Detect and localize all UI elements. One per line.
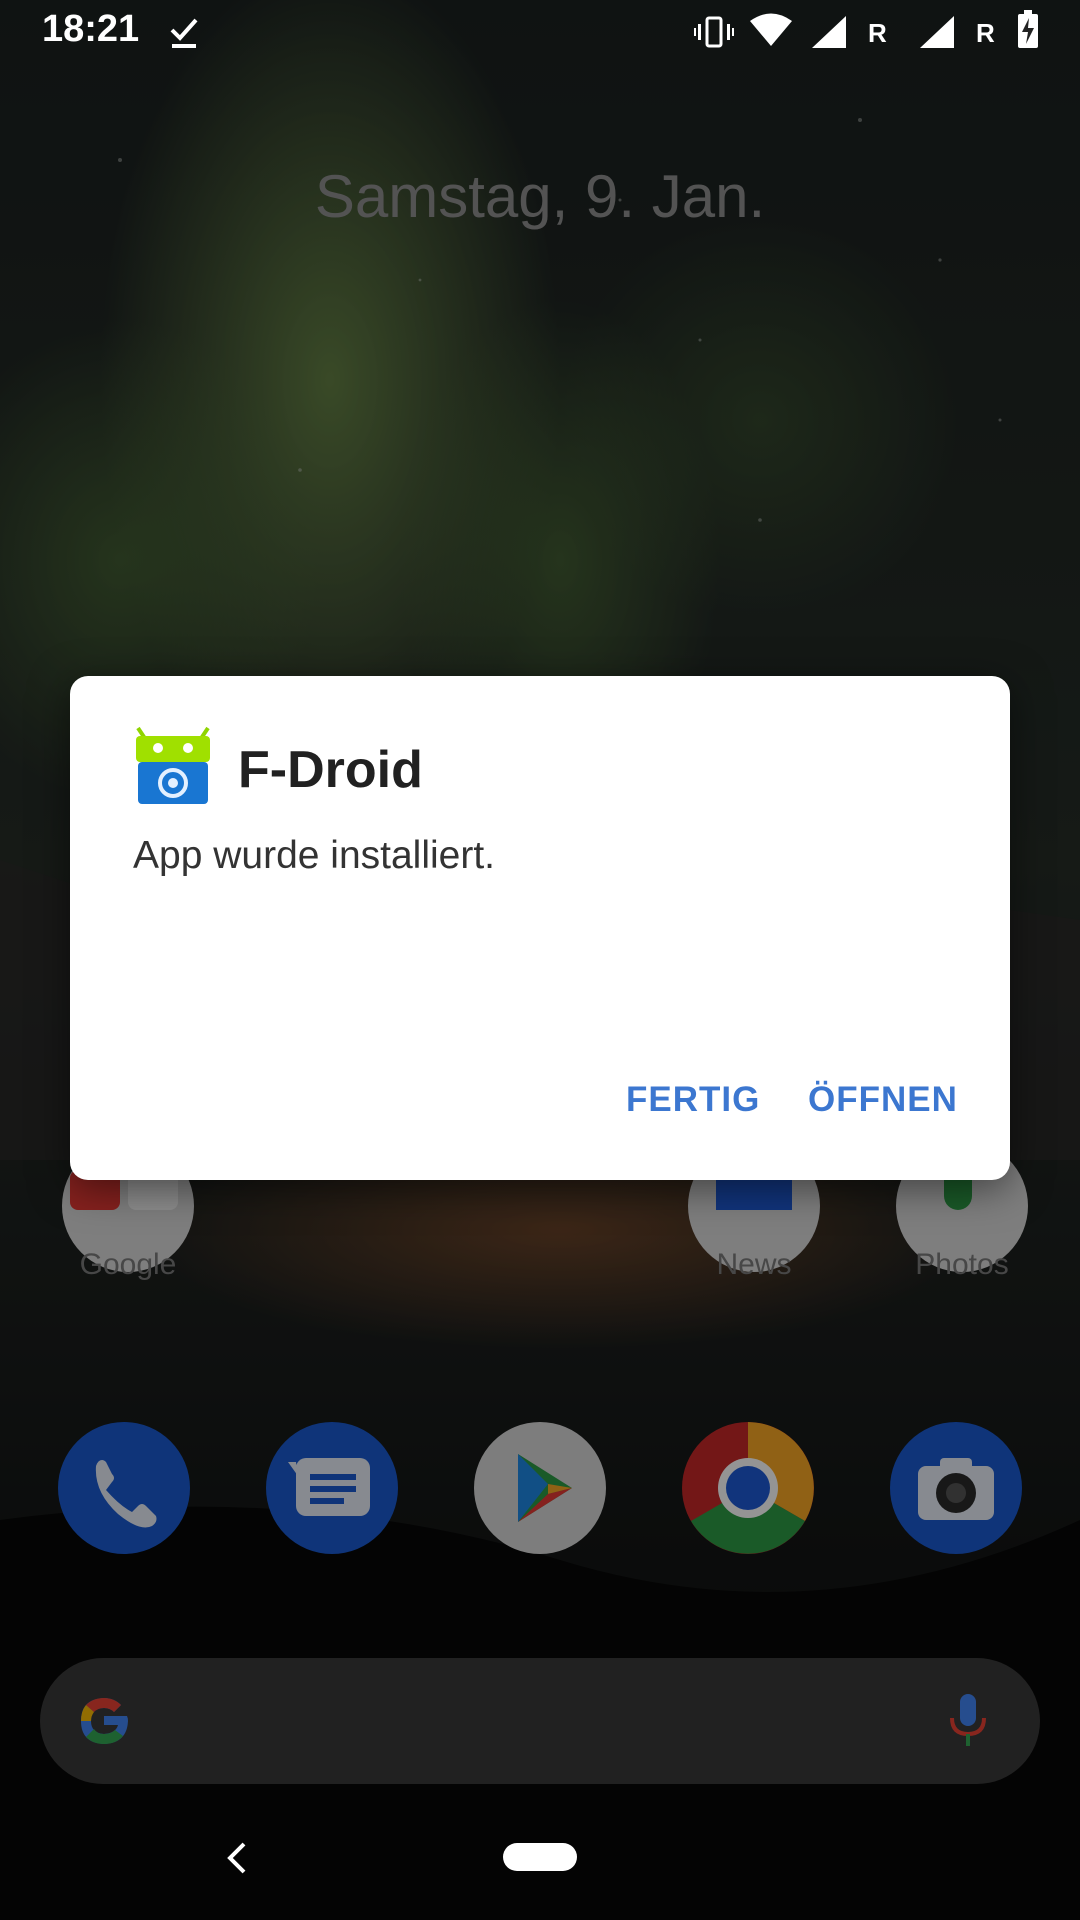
signal-icon: [920, 16, 954, 48]
wifi-icon: [750, 13, 792, 46]
home-pill-icon[interactable]: [503, 1843, 577, 1871]
vibrate-icon: [694, 16, 734, 48]
dialog-title: F-Droid: [238, 741, 423, 799]
status-bar: 18:21 R R: [0, 0, 1080, 64]
fdroid-logo-icon: [136, 726, 210, 804]
signal-icon: [812, 16, 846, 48]
status-time: 18:21: [42, 8, 140, 50]
roaming-label-1: R: [868, 18, 887, 48]
done-button[interactable]: FERTIG: [626, 1080, 760, 1120]
battery-charging-icon: [1018, 10, 1038, 48]
open-button[interactable]: ÖFFNEN: [808, 1080, 958, 1120]
back-icon[interactable]: [222, 1838, 252, 1878]
dialog-message: App wurde installiert.: [133, 834, 496, 877]
check-icon: [170, 18, 198, 48]
install-complete-dialog: F-Droid App wurde installiert. FERTIG ÖF…: [70, 676, 1010, 1180]
roaming-label-2: R: [976, 18, 995, 48]
